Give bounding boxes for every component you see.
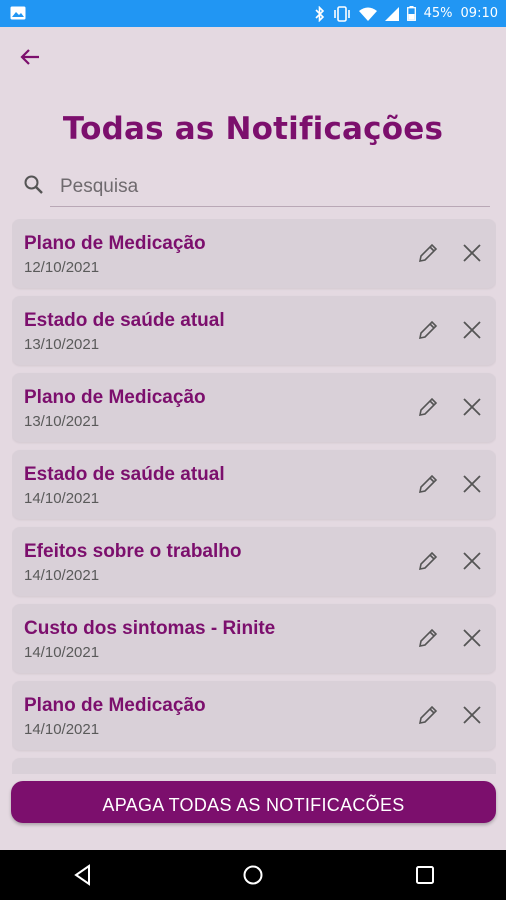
notification-card[interactable]: Estado de saúde atual 14/10/2021 bbox=[12, 450, 496, 519]
clock: 09:10 bbox=[460, 6, 498, 21]
search-input[interactable] bbox=[50, 167, 490, 207]
search-icon bbox=[24, 175, 43, 194]
notification-title: Plano de Medicação bbox=[24, 233, 206, 254]
notification-card[interactable]: Plano de Medicação 12/10/2021 bbox=[12, 219, 496, 288]
notification-title: Estado de saúde atual bbox=[24, 464, 225, 485]
vibrate-icon bbox=[333, 5, 350, 22]
notification-date: 13/10/2021 bbox=[24, 336, 100, 353]
notification-date: 14/10/2021 bbox=[24, 490, 100, 507]
wifi-icon bbox=[358, 7, 377, 21]
search-bar bbox=[20, 167, 498, 209]
close-icon[interactable] bbox=[461, 319, 483, 341]
notification-date: 14/10/2021 bbox=[24, 567, 100, 584]
nav-home-icon[interactable] bbox=[241, 863, 265, 887]
notification-date: 14/10/2021 bbox=[24, 644, 100, 661]
notification-date: 14/10/2021 bbox=[24, 721, 100, 738]
notification-date: 13/10/2021 bbox=[24, 413, 100, 430]
edit-icon[interactable] bbox=[416, 626, 440, 650]
page-title: Todas as Notificações bbox=[62, 111, 444, 147]
edit-icon[interactable] bbox=[416, 703, 440, 727]
notification-title: Estado de saúde atual bbox=[24, 310, 225, 331]
notification-date: 12/10/2021 bbox=[24, 259, 100, 276]
close-icon[interactable] bbox=[461, 396, 483, 418]
bluetooth-icon bbox=[315, 5, 324, 22]
notification-card-partial[interactable] bbox=[12, 758, 496, 774]
delete-all-button[interactable]: APAGA TODAS AS NOTIFICACÕES bbox=[11, 781, 496, 823]
close-icon[interactable] bbox=[461, 704, 483, 726]
notification-card[interactable]: Plano de Medicação 13/10/2021 bbox=[12, 373, 496, 442]
status-bar: 45% 09:10 bbox=[0, 0, 506, 27]
notification-card[interactable]: Plano de Medicação 14/10/2021 bbox=[12, 681, 496, 750]
notification-title: Custo dos sintomas - Rinite bbox=[24, 618, 276, 639]
notification-title: Efeitos sobre o trabalho bbox=[24, 541, 242, 562]
edit-icon[interactable] bbox=[416, 241, 440, 265]
battery-icon bbox=[406, 6, 416, 21]
edit-icon[interactable] bbox=[416, 395, 440, 419]
notification-card[interactable]: Custo dos sintomas - Rinite 14/10/2021 bbox=[12, 604, 496, 673]
navigation-bar bbox=[0, 850, 506, 900]
edit-icon[interactable] bbox=[416, 549, 440, 573]
notification-title: Plano de Medicação bbox=[24, 387, 206, 408]
nav-recents-icon[interactable] bbox=[413, 863, 437, 887]
back-arrow-icon bbox=[20, 49, 39, 65]
notification-card[interactable]: Estado de saúde atual 13/10/2021 bbox=[12, 296, 496, 365]
notification-card[interactable]: Efeitos sobre o trabalho 14/10/2021 bbox=[12, 527, 496, 596]
notification-list: Plano de Medicação 12/10/2021 Estado de … bbox=[12, 219, 496, 774]
battery-percent: 45% bbox=[423, 6, 453, 21]
close-icon[interactable] bbox=[461, 627, 483, 649]
notification-title: Plano de Medicação bbox=[24, 695, 206, 716]
image-icon bbox=[10, 6, 26, 20]
close-icon[interactable] bbox=[461, 242, 483, 264]
close-icon[interactable] bbox=[461, 550, 483, 572]
nav-back-icon[interactable] bbox=[71, 863, 95, 887]
close-icon[interactable] bbox=[461, 473, 483, 495]
status-icons: 45% 09:10 bbox=[315, 0, 498, 27]
edit-icon[interactable] bbox=[416, 472, 440, 496]
app-content: Todas as Notificações Plano de Medicação… bbox=[0, 27, 506, 850]
signal-icon bbox=[384, 6, 399, 21]
edit-icon[interactable] bbox=[416, 318, 440, 342]
back-button[interactable] bbox=[14, 41, 46, 73]
